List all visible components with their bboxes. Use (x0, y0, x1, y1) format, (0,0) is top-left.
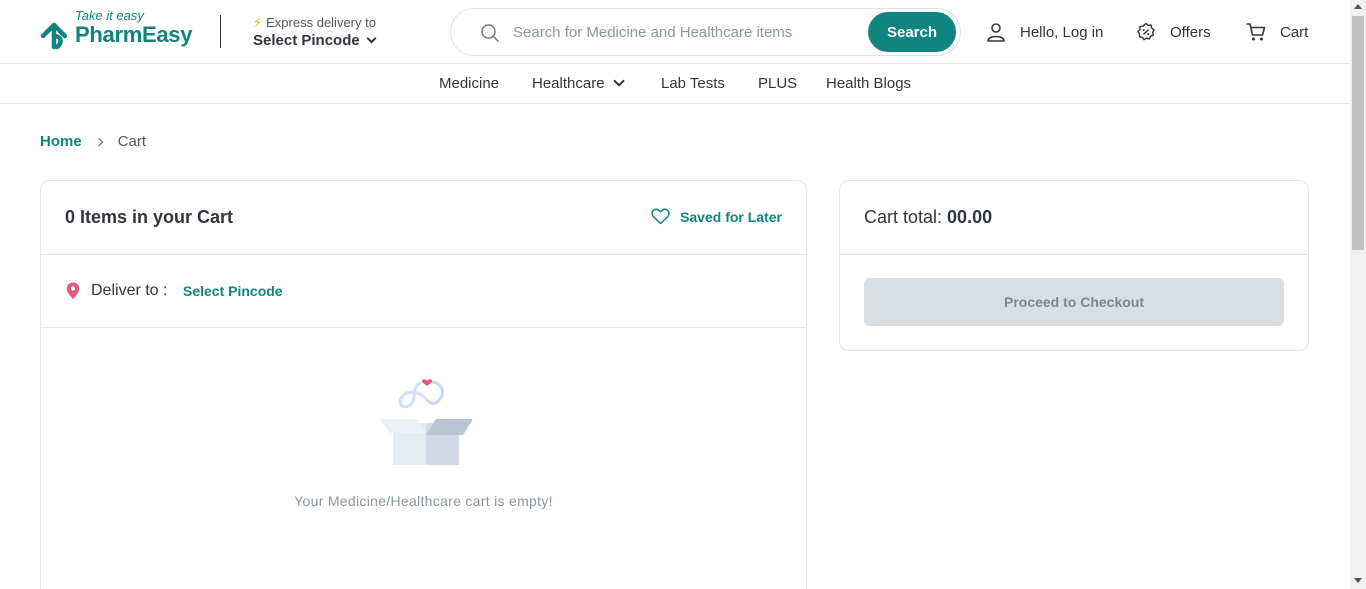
cart-item-count-title: 0 Items in your Cart (65, 207, 234, 227)
pharmeasy-logo-icon (40, 22, 68, 50)
cart-summary-panel: Cart total: 00.00 Proceed to Checkout (839, 180, 1309, 351)
logo-name: PharmEasy (75, 22, 193, 47)
nav-item-healthcare[interactable]: Healthcare (532, 75, 625, 92)
chevron-down-icon (366, 33, 377, 44)
cart-header: 0 Items in your Cart Saved for Later (41, 181, 806, 255)
search-button[interactable]: Search (868, 12, 956, 52)
scrollbar-thumb[interactable] (1352, 16, 1364, 250)
location-pin-icon (66, 282, 80, 299)
cart-panel: 0 Items in your Cart Saved for Later Del… (40, 180, 807, 589)
login-link[interactable]: Hello, Log in (986, 20, 1103, 44)
deliver-to-row: Deliver to : Select Pincode (41, 255, 806, 328)
site-header: Take it easy PharmEasy ⚡ Express delivery… (0, 0, 1350, 64)
heart-icon (651, 208, 670, 225)
nav-item-plus[interactable]: PLUS (758, 75, 797, 92)
breadcrumb: Home Cart (40, 133, 146, 150)
scroll-up-arrow-icon[interactable] (1354, 4, 1362, 9)
nav-item-health-blogs[interactable]: Health Blogs (826, 75, 911, 92)
chevron-down-icon (612, 75, 625, 87)
breadcrumb-home[interactable]: Home (40, 133, 82, 150)
proceed-to-checkout-button[interactable]: Proceed to Checkout (864, 278, 1284, 326)
lightning-icon: ⚡ (253, 15, 263, 30)
offers-link[interactable]: Offers (1136, 20, 1211, 44)
saved-for-later-label: Saved for Later (680, 208, 782, 225)
empty-cart-message: Your Medicine/Healthcare cart is empty! (294, 493, 553, 509)
page-scrollbar[interactable] (1350, 0, 1366, 589)
scroll-down-arrow-icon[interactable] (1354, 578, 1362, 583)
breadcrumb-current: Cart (117, 133, 147, 150)
header-divider (220, 15, 221, 48)
offers-label: Offers (1170, 23, 1211, 41)
nav-item-lab-tests[interactable]: Lab Tests (661, 75, 725, 92)
login-label: Hello, Log in (1020, 23, 1104, 41)
logo-tagline: Take it easy (75, 8, 144, 23)
main-nav: Medicine Healthcare Lab Tests PLUS Healt… (0, 64, 1350, 104)
delivery-label: ⚡ Express delivery to (253, 15, 376, 30)
cart-link[interactable]: Cart (1246, 20, 1308, 44)
offer-badge-icon (1137, 22, 1155, 41)
search-bar: Search (450, 8, 961, 56)
user-icon (987, 23, 1005, 42)
saved-for-later-link[interactable]: Saved for Later (651, 208, 782, 225)
nav-item-healthcare-label: Healthcare (532, 75, 605, 92)
search-icon (481, 24, 499, 42)
deliver-to-label: Deliver to : (91, 282, 168, 299)
cart-total-amount: 00.00 (947, 207, 993, 227)
search-input[interactable] (513, 19, 853, 45)
cart-icon (1246, 23, 1266, 41)
nav-item-medicine[interactable]: Medicine (439, 75, 499, 92)
delivery-pincode-selector[interactable]: ⚡ Express delivery to Select Pincode (253, 15, 433, 51)
chevron-right-icon (94, 137, 103, 146)
cart-total: Cart total: 00.00 (864, 207, 992, 228)
empty-cart-box-icon (380, 379, 472, 465)
cart-summary-header: Cart total: 00.00 (840, 181, 1308, 255)
delivery-pincode-value: Select Pincode (253, 32, 377, 49)
pharmeasy-logo[interactable]: Take it easy PharmEasy (39, 8, 199, 56)
select-pincode-link[interactable]: Select Pincode (183, 283, 283, 299)
cart-label: Cart (1280, 23, 1309, 41)
cart-total-label: Cart total: (864, 207, 943, 227)
